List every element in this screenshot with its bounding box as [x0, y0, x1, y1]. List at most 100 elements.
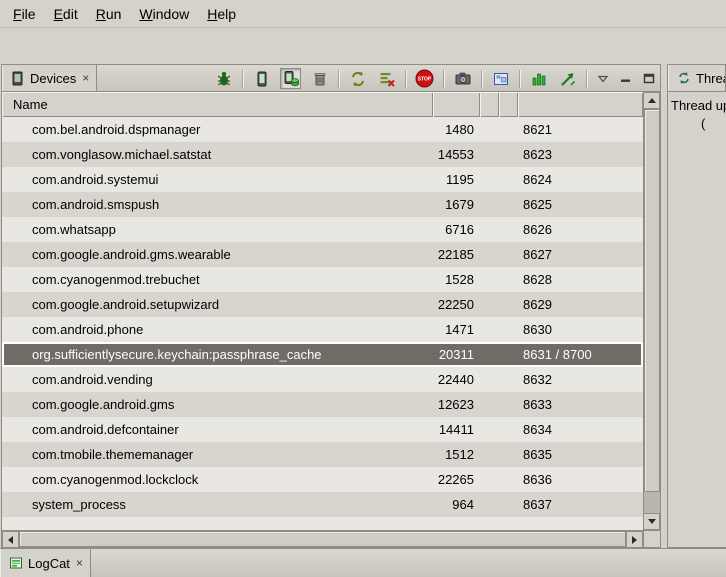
tab-devices-label: Devices	[30, 71, 76, 86]
table-row[interactable]: com.whatsapp67168626	[2, 217, 643, 242]
process-name: com.google.android.gms	[2, 397, 433, 412]
arrow-down-icon	[648, 519, 656, 524]
process-port: 8627	[518, 247, 643, 262]
heap-dump-icon[interactable]	[251, 68, 272, 89]
menu-file[interactable]: File	[4, 2, 45, 26]
table-row[interactable]: system_process9648637	[2, 492, 643, 517]
table-row[interactable]: com.cyanogenmod.lockclock222658636	[2, 467, 643, 492]
process-port: 8633	[518, 397, 643, 412]
close-icon[interactable]: ×	[76, 557, 83, 569]
update-threads-icon[interactable]	[347, 68, 368, 89]
process-name: com.cyanogenmod.trebuchet	[2, 272, 433, 287]
threads-icon	[676, 68, 691, 89]
table-body: com.bel.android.dspmanager14808621com.vo…	[2, 117, 643, 530]
tab-threads[interactable]: Threa	[668, 65, 726, 91]
column-header-blank1[interactable]	[480, 92, 499, 117]
column-header-port[interactable]	[518, 92, 643, 117]
vertical-scroll-thumb[interactable]	[644, 109, 660, 492]
process-pid: 12623	[433, 397, 480, 412]
close-icon[interactable]: ×	[82, 72, 89, 84]
view-menu-icon[interactable]	[595, 68, 610, 89]
menu-run[interactable]: Run	[87, 2, 131, 26]
logcat-icon	[8, 553, 23, 574]
minimize-icon[interactable]	[618, 68, 633, 89]
process-name: com.android.systemui	[2, 172, 433, 187]
process-pid: 20311	[433, 347, 480, 362]
table-row[interactable]: com.google.android.setupwizard222508629	[2, 292, 643, 317]
horizontal-scroll-thumb[interactable]	[19, 531, 626, 547]
devices-tabbar: Devices ×	[2, 65, 660, 92]
tab-logcat-label: LogCat	[28, 556, 70, 571]
maximize-icon[interactable]	[641, 68, 656, 89]
threads-message: Thread up (	[668, 92, 726, 547]
process-port: 8630	[518, 322, 643, 337]
update-heap-icon[interactable]	[280, 68, 301, 89]
scroll-up-button[interactable]	[643, 92, 660, 109]
column-header-name[interactable]: Name	[2, 92, 433, 117]
menu-help[interactable]: Help	[198, 2, 245, 26]
main-toolbar	[0, 28, 726, 63]
process-name: com.android.vending	[2, 372, 433, 387]
heap-tracking-icon[interactable]	[528, 68, 549, 89]
column-header-pid[interactable]	[433, 92, 480, 117]
process-pid: 1512	[433, 447, 480, 462]
table-row[interactable]: com.android.smspush16798625	[2, 192, 643, 217]
threads-message-line1: Thread up	[671, 98, 723, 113]
process-name: com.whatsapp	[2, 222, 433, 237]
menu-bar: File Edit Run Window Help	[0, 0, 726, 28]
table-row[interactable]: com.tmobile.thememanager15128635	[2, 442, 643, 467]
ddms-window: File Edit Run Window Help Devices ×	[0, 0, 726, 577]
table-row[interactable]: com.bel.android.dspmanager14808621	[2, 117, 643, 142]
table-row[interactable]: com.android.phone14718630	[2, 317, 643, 342]
process-name: com.bel.android.dspmanager	[2, 122, 433, 137]
method-profiling-icon[interactable]	[376, 68, 397, 89]
process-table: Name com.bel.android.dspmanager14808621c…	[2, 92, 660, 547]
horizontal-scrollbar[interactable]	[2, 530, 643, 547]
threads-message-line2: (	[701, 116, 723, 131]
process-pid: 6716	[433, 222, 480, 237]
toolbar-separator	[242, 70, 243, 88]
cause-gc-icon[interactable]	[309, 68, 330, 89]
scroll-left-button[interactable]	[2, 531, 19, 548]
process-name: com.vonglasow.michael.satstat	[2, 147, 433, 162]
threads-panel: Threa Thread up (	[667, 64, 726, 548]
tab-logcat[interactable]: LogCat ×	[0, 549, 91, 577]
process-name: com.android.phone	[2, 322, 433, 337]
table-row[interactable]: org.sufficientlysecure.keychain:passphra…	[2, 342, 643, 367]
process-name: system_process	[2, 497, 433, 512]
tab-threads-label: Threa	[696, 71, 726, 86]
process-pid: 14553	[433, 147, 480, 162]
column-header-blank2[interactable]	[499, 92, 518, 117]
toolbar-separator	[338, 70, 339, 88]
menu-window[interactable]: Window	[130, 2, 198, 26]
process-port: 8625	[518, 197, 643, 212]
process-pid: 22265	[433, 472, 480, 487]
debug-process-icon[interactable]	[213, 68, 234, 89]
table-row[interactable]: com.android.defcontainer144118634	[2, 417, 643, 442]
screen-capture-icon[interactable]	[452, 68, 473, 89]
allocation-tracker-icon[interactable]	[557, 68, 578, 89]
toolbar-separator	[586, 70, 587, 88]
table-row[interactable]: com.google.android.gms.wearable221858627	[2, 242, 643, 267]
table-row[interactable]: com.android.systemui11958624	[2, 167, 643, 192]
process-pid: 1195	[433, 172, 480, 187]
process-port: 8637	[518, 497, 643, 512]
table-row[interactable]: com.vonglasow.michael.satstat145538623	[2, 142, 643, 167]
table-row[interactable]: com.google.android.gms12623 8633	[2, 392, 643, 417]
ui-hierarchy-icon[interactable]	[490, 68, 511, 89]
scrollbar-corner	[643, 530, 660, 547]
process-port: 8632	[518, 372, 643, 387]
stop-process-icon[interactable]: STOP	[414, 68, 435, 89]
process-port: 8631 / 8700	[518, 347, 643, 362]
table-row[interactable]: com.android.vending224408632	[2, 367, 643, 392]
tab-devices[interactable]: Devices ×	[2, 65, 97, 91]
process-pid: 1679	[433, 197, 480, 212]
scroll-right-button[interactable]	[626, 531, 643, 548]
process-pid: 22250	[433, 297, 480, 312]
scroll-down-button[interactable]	[643, 513, 660, 530]
vertical-scrollbar[interactable]	[643, 92, 660, 530]
process-pid: 1528	[433, 272, 480, 287]
menu-edit[interactable]: Edit	[45, 2, 87, 26]
table-row[interactable]: com.cyanogenmod.trebuchet15288628	[2, 267, 643, 292]
process-name: com.android.defcontainer	[2, 422, 433, 437]
